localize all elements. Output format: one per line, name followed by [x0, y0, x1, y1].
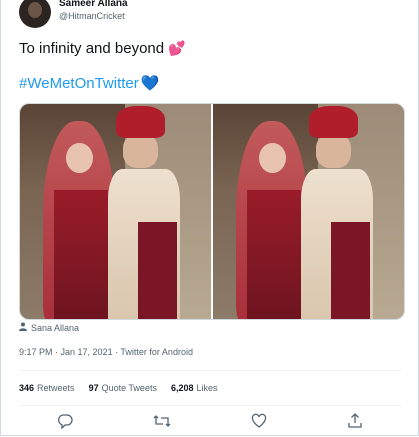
blue-heart-emoji: 💙	[140, 75, 160, 92]
reply-icon[interactable]	[55, 413, 75, 433]
tweet-stats: 346 Retweets 97 Quote Tweets 6,208 Likes	[19, 383, 218, 393]
tweet-date[interactable]: Jan 17, 2021	[61, 347, 113, 357]
media-tag[interactable]: Sana Allana	[19, 322, 79, 333]
tweet-meta: 9:17 PM · Jan 17, 2021 · Twitter for And…	[19, 347, 193, 357]
likes-stat[interactable]: 6,208 Likes	[171, 383, 218, 393]
retweets-stat[interactable]: 346 Retweets	[19, 383, 75, 393]
tagged-user: Sana Allana	[31, 323, 80, 333]
action-bar	[19, 413, 402, 433]
hashtag-link[interactable]: #WeMetOnTwitter 💙	[19, 74, 159, 92]
tweet-source[interactable]: Twitter for Android	[120, 347, 193, 357]
tweet-time[interactable]: 9:17 PM	[19, 347, 53, 357]
media-grid	[19, 103, 405, 320]
share-icon[interactable]	[345, 413, 365, 433]
wedding-photo-1[interactable]	[20, 104, 211, 319]
like-icon[interactable]	[249, 413, 269, 433]
heart-emoji: 💕	[168, 40, 186, 56]
divider	[19, 405, 402, 406]
tweet-text: To infinity and beyond 💕	[19, 40, 186, 57]
retweet-icon[interactable]	[152, 413, 172, 433]
author-name[interactable]: Sameer Allana	[59, 0, 128, 9]
author-handle[interactable]: @HitmanCricket	[59, 11, 125, 21]
hashtag-text: #WeMetOnTwitter	[19, 75, 139, 92]
wedding-photo-2[interactable]	[213, 104, 404, 319]
tweet-text-content: To infinity and beyond	[19, 40, 165, 57]
divider	[19, 370, 402, 371]
person-icon	[19, 322, 27, 333]
quotes-stat[interactable]: 97 Quote Tweets	[89, 383, 157, 393]
